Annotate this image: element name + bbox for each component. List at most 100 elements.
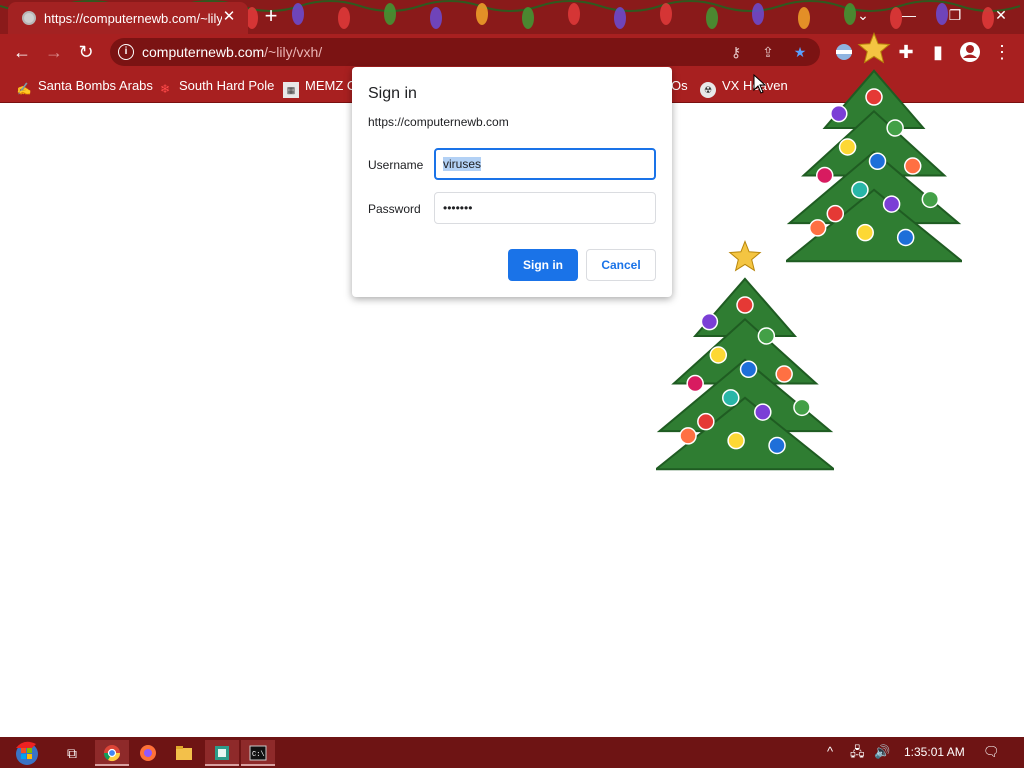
ornament [768, 436, 786, 455]
loading-icon [22, 11, 36, 25]
ornament [679, 427, 697, 445]
back-button[interactable]: ← [10, 40, 34, 64]
ornament [896, 228, 915, 247]
url-path: /~lily/vxh/ [264, 44, 323, 60]
light-bulb [614, 7, 626, 29]
ornament [686, 374, 704, 393]
ornament [793, 398, 811, 417]
username-label: Username [368, 158, 424, 172]
light-bulb [706, 7, 718, 29]
light-bulb [752, 3, 764, 25]
ornament [757, 327, 776, 345]
ornament [886, 119, 904, 137]
star-icon [857, 32, 891, 64]
bookmark-os[interactable]: Os [671, 77, 688, 95]
light-bulb [292, 3, 304, 25]
forward-button[interactable]: → [42, 40, 66, 64]
task-view-icon[interactable]: ⧉ [55, 740, 89, 766]
santa-icon: ✍ [16, 82, 32, 96]
username-field[interactable]: viruses [434, 148, 656, 180]
ornament [722, 389, 740, 407]
sign-in-dialog: Sign in https://computernewb.com Usernam… [352, 67, 672, 297]
light-bulb [522, 7, 534, 29]
star-icon [728, 240, 762, 272]
mouse-cursor-icon [753, 74, 767, 94]
sign-in-button[interactable]: Sign in [508, 249, 578, 281]
bookmark-label: MEMZ O [305, 78, 357, 93]
address-bar[interactable]: i computernewb.com/~lily/vxh/ ⚷ ⇪ ★ [110, 38, 820, 66]
ornament [882, 195, 901, 213]
cmd-taskbar-icon[interactable]: C:\ [241, 740, 275, 766]
tab-close-icon[interactable]: ✕ [220, 8, 238, 26]
dialog-origin: https://computernewb.com [368, 115, 509, 129]
url-host: computernewb.com [142, 44, 265, 60]
bookmark-south-hard-pole[interactable]: ❄ South Hard Pole [157, 77, 275, 96]
notepad-taskbar-icon[interactable] [205, 740, 239, 766]
bookmark-label: Santa Bombs Arabs [38, 78, 153, 93]
bookmark-label: South Hard Pole [179, 78, 275, 93]
ornament [727, 431, 745, 450]
close-window-button[interactable]: ✕ [978, 0, 1024, 30]
username-value: viruses [443, 157, 482, 171]
bookmark-memz[interactable]: ▦ MEMZ O [283, 77, 357, 98]
ornament [856, 223, 874, 242]
ornament [700, 312, 719, 331]
light-bulb [660, 3, 672, 25]
ornament [709, 346, 728, 364]
password-field[interactable]: ••••••• [434, 192, 656, 224]
ornament [754, 403, 772, 421]
show-hidden-icons-icon[interactable]: ^ [827, 743, 833, 761]
vx-icon: ☢ [700, 82, 716, 98]
bookmark-vx-heaven[interactable]: ☢VX Heaven [700, 77, 788, 98]
ornament [868, 152, 887, 171]
firefox-taskbar-icon[interactable] [131, 740, 165, 766]
network-icon[interactable]: 🖧 [850, 743, 865, 761]
ornament [808, 219, 827, 237]
svg-text:C:\: C:\ [252, 751, 265, 759]
start-button[interactable] [8, 740, 46, 766]
light-bulb [430, 7, 442, 29]
minimize-button[interactable]: — [886, 0, 932, 30]
taskbar: ⧉ C:\ ^ 🖧 🔊 1:35:01 AM 🗨 [0, 737, 1024, 768]
url-text: computernewb.com/~lily/vxh/ [142, 44, 322, 60]
ornament [739, 360, 758, 379]
memz-icon: ▦ [283, 82, 299, 98]
ornament [830, 104, 848, 123]
chrome-taskbar-icon[interactable] [95, 740, 129, 766]
tab-search-button[interactable]: ⌄ [840, 0, 886, 30]
file-explorer-icon[interactable] [167, 740, 201, 766]
password-value: ••••••• [443, 201, 473, 215]
bookmark-santa-bombs-arabs[interactable]: ✍ Santa Bombs Arabs [16, 77, 153, 96]
restore-button[interactable]: ❐ [932, 0, 978, 30]
light-bulb [338, 7, 350, 29]
dialog-title: Sign in [368, 85, 417, 102]
ornament [775, 365, 793, 383]
light-bulb [568, 3, 580, 25]
ornament [903, 157, 922, 175]
reload-button[interactable]: ↻ [74, 40, 98, 64]
clock[interactable]: 1:35:01 AM [904, 743, 965, 761]
ornament [697, 412, 715, 431]
christmas-tree-image [656, 240, 834, 471]
browser-tab[interactable]: https://computernewb.com/~lily ✕ [8, 2, 248, 34]
ornament [851, 181, 869, 199]
tab-title: https://computernewb.com/~lily [44, 11, 222, 26]
light-bulb [798, 7, 810, 29]
ornament [838, 138, 857, 156]
bookmark-label: Os [671, 78, 688, 93]
new-tab-button[interactable]: + [259, 4, 283, 28]
share-icon[interactable]: ⇪ [758, 42, 778, 62]
key-icon[interactable]: ⚷ [726, 42, 746, 62]
christmas-tree-image [786, 32, 962, 263]
ornament [826, 204, 845, 223]
menu-icon[interactable]: ⋮ [990, 40, 1014, 64]
snowflake-icon: ❄ [159, 82, 171, 96]
site-info-icon[interactable]: i [118, 44, 134, 60]
ornament [865, 88, 883, 106]
ornament [736, 296, 754, 314]
volume-icon[interactable]: 🔊 [874, 743, 890, 761]
light-bulb [476, 3, 488, 25]
ornament [815, 166, 834, 185]
notifications-icon[interactable]: 🗨 [983, 743, 1000, 761]
cancel-button[interactable]: Cancel [586, 249, 656, 281]
